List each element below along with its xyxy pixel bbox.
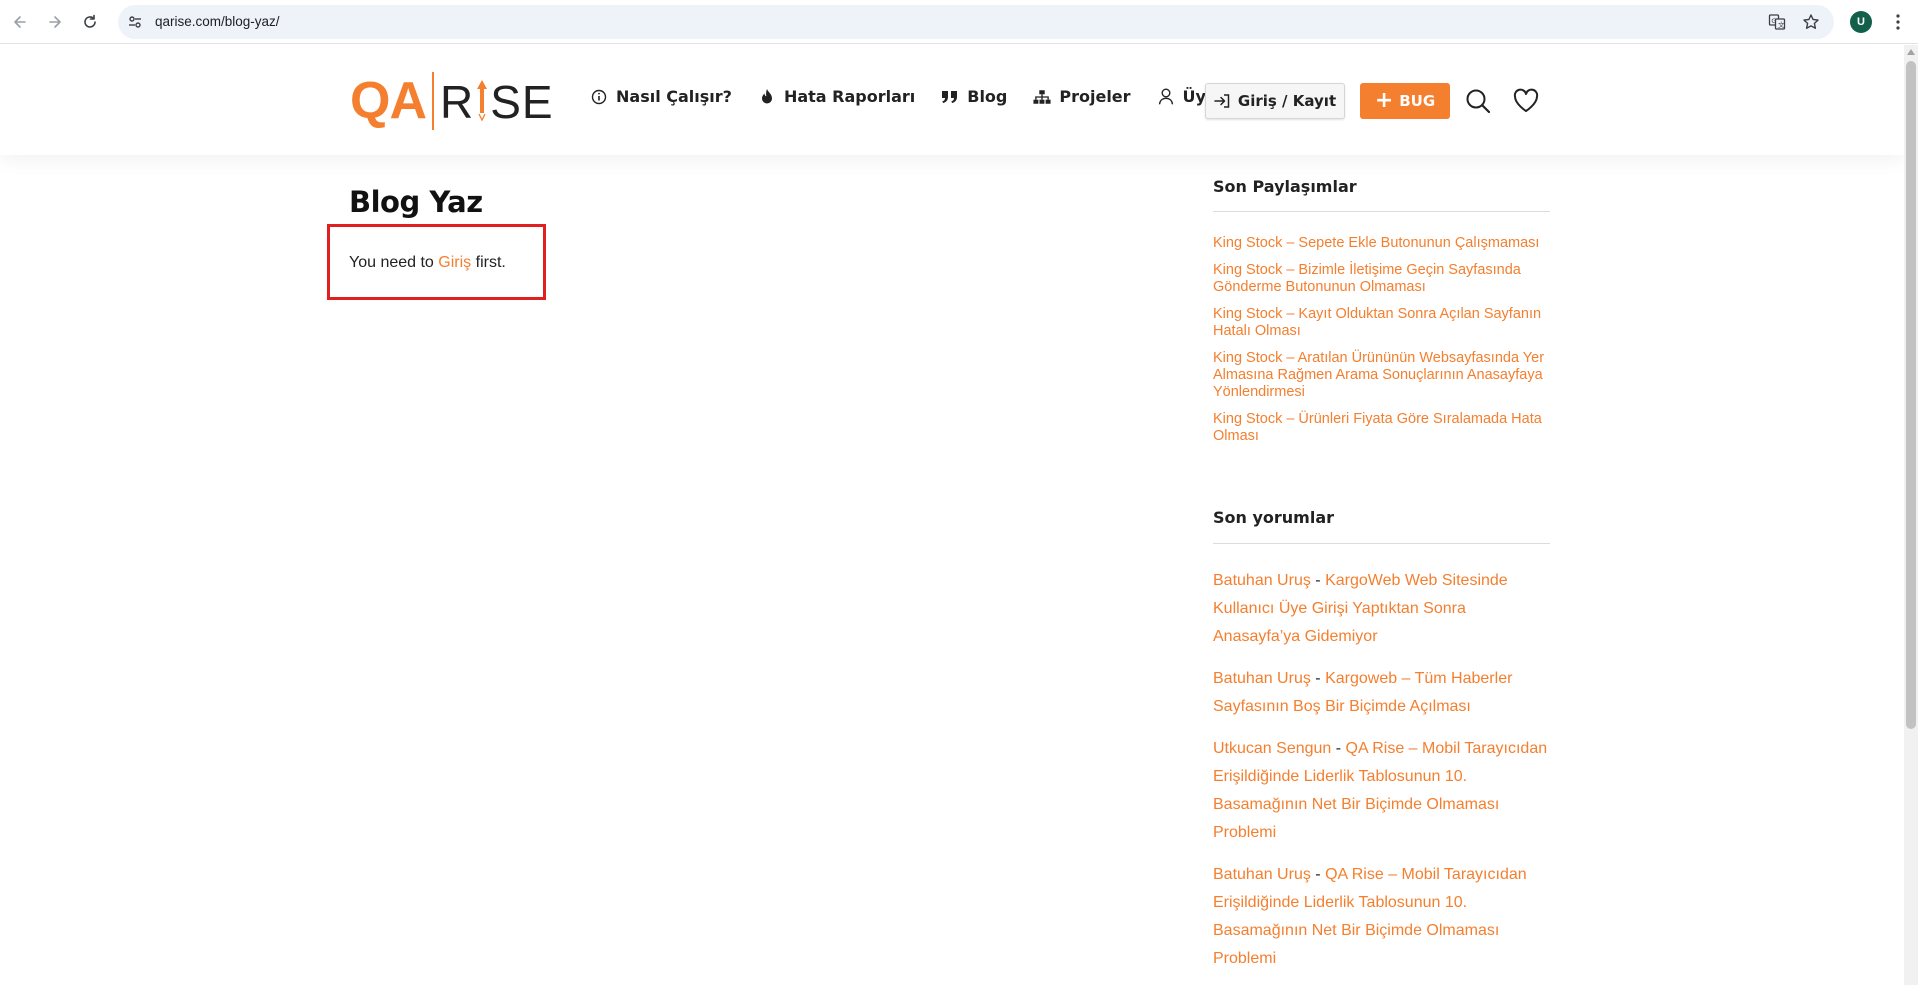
quote-icon [941,88,959,106]
widget-divider [1213,211,1550,212]
bug-button-label: BUG [1399,92,1436,110]
reload-icon[interactable] [78,10,102,34]
notice-text-post: first. [471,254,506,271]
logo-rise-se: SE [490,75,554,128]
nav-label: Blog [967,87,1008,106]
translate-icon[interactable]: G文 [1768,13,1786,31]
fire-icon [758,88,776,106]
nav-label: Projeler [1059,87,1131,106]
comment-author-link[interactable]: Batuhan Uruş [1213,866,1311,883]
recent-post-link[interactable]: King Stock – Bizimle İletişime Geçin Say… [1213,262,1550,296]
user-icon [1157,88,1175,106]
plus-icon: + [1374,88,1394,113]
profile-initial: U [1857,16,1865,28]
comment-item: Batuhan Uruş - QA Rise – Mobil Tarayıcıd… [1213,861,1550,973]
logo-divider [432,72,434,130]
heart-icon[interactable] [1512,87,1540,115]
comment-author-link[interactable]: Utkucan Sengun [1213,740,1331,757]
address-bar[interactable]: qarise.com/blog-yaz/ G文 [118,5,1834,39]
logo-rise-r: R [440,75,475,128]
back-arrow-icon[interactable] [8,10,32,34]
login-button-label: Giriş / Kayıt [1237,92,1337,110]
browser-menu-icon[interactable] [1886,10,1910,34]
site-settings-icon[interactable] [127,14,143,30]
svg-text:文: 文 [1778,20,1785,29]
site-logo[interactable]: QA R SE [350,71,554,131]
page-title: Blog Yaz [349,185,483,219]
web-page: QA R SE Nasıl Çalışır? Hata Raporları Bl… [0,45,1904,985]
login-link[interactable]: Giriş [438,254,471,271]
login-required-notice: You need to Giriş first. [349,254,506,272]
widget-divider [1213,543,1550,544]
url-text[interactable]: qarise.com/blog-yaz/ [155,14,280,29]
recent-post-link[interactable]: King Stock – Aratılan Ürününün Websayfas… [1213,350,1550,401]
comment-separator: - [1310,572,1326,589]
comment-item: Utkucan Sengun - QA Rise – Mobil Tarayıc… [1213,735,1550,847]
comment-author-link[interactable]: Batuhan Uruş [1213,670,1311,687]
rocket-icon [474,78,490,125]
logo-qa-text: QA [350,72,427,130]
nav-label: Hata Raporları [783,87,916,106]
comment-item: Batuhan Uruş - KargoWeb Web Sitesinde Ku… [1213,567,1550,651]
profile-avatar[interactable]: U [1850,11,1872,33]
notice-text-pre: You need to [349,254,439,271]
svg-text:G: G [1771,17,1776,25]
main-nav: Nasıl Çalışır? Hata Raporları Blog Proje… [590,87,1267,106]
comment-separator: - [1331,740,1346,757]
comment-item: Batuhan Uruş - Kargoweb – Tüm Haberler S… [1213,665,1550,721]
logo-rise-text: R SE [440,78,554,125]
recent-posts-list: King Stock – Sepete Ekle Butonunun Çalış… [1213,235,1550,455]
scroll-up-arrow-icon[interactable] [1907,49,1915,55]
forward-arrow-icon[interactable] [43,10,67,34]
search-icon[interactable] [1464,87,1492,115]
recent-comments-title: Son yorumlar [1213,508,1335,527]
nav-item-blog[interactable]: Blog [941,87,1007,106]
site-header: QA R SE Nasıl Çalışır? Hata Raporları Bl… [0,45,1904,155]
recent-posts-title: Son Paylaşımlar [1213,177,1357,196]
page-scrollbar[interactable] [1904,45,1918,985]
report-bug-button[interactable]: + BUG [1360,83,1450,119]
sign-in-icon [1214,94,1230,108]
comment-separator: - [1310,670,1326,687]
recent-post-link[interactable]: King Stock – Sepete Ekle Butonunun Çalış… [1213,235,1550,252]
scrollbar-thumb[interactable] [1906,61,1916,729]
info-icon [590,88,608,106]
sitemap-icon [1033,88,1051,106]
browser-toolbar: qarise.com/blog-yaz/ G文 U [0,0,1918,44]
nav-item-projeler[interactable]: Projeler [1033,87,1131,106]
bookmark-star-icon[interactable] [1802,13,1820,31]
nav-label: Nasıl Çalışır? [616,87,732,106]
login-register-button[interactable]: Giriş / Kayıt [1205,83,1345,119]
recent-post-link[interactable]: King Stock – Kayıt Olduktan Sonra Açılan… [1213,306,1550,340]
nav-item-hata-raporlari[interactable]: Hata Raporları [758,87,915,106]
comment-separator: - [1310,866,1326,883]
recent-comments-list: Batuhan Uruş - KargoWeb Web Sitesinde Ku… [1213,567,1550,985]
comment-author-link[interactable]: Batuhan Uruş [1213,572,1311,589]
nav-item-nasil-calisir[interactable]: Nasıl Çalışır? [590,87,732,106]
recent-post-link[interactable]: King Stock – Ürünleri Fiyata Göre Sırala… [1213,411,1550,445]
